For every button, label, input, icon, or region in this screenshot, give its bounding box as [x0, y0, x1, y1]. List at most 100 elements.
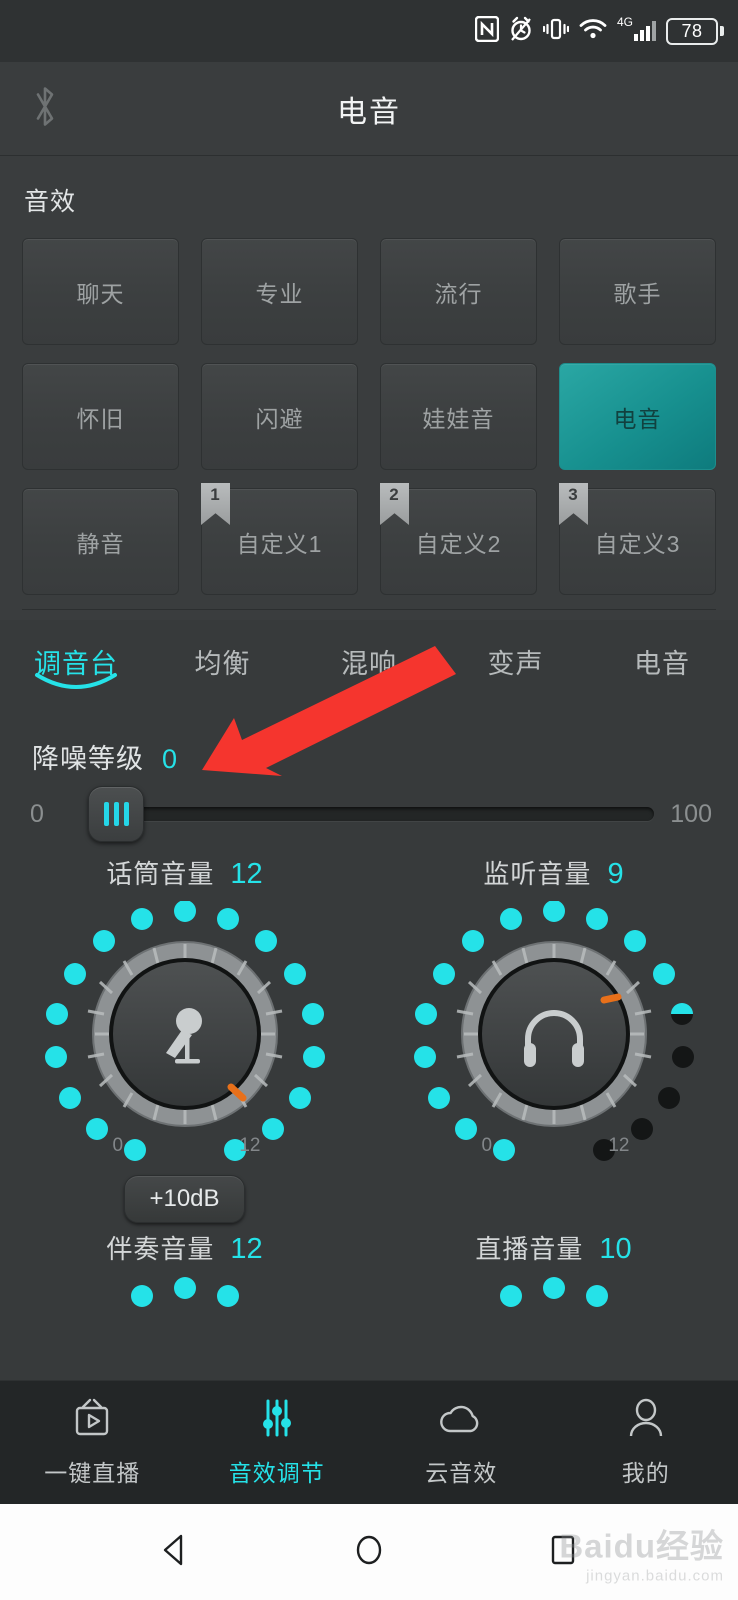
- tab-electro[interactable]: 电音: [612, 642, 712, 703]
- nfc-icon: [474, 15, 500, 47]
- preset-slot-tag: 2: [380, 483, 409, 525]
- preset-button[interactable]: 聊天: [22, 238, 179, 345]
- battery-icon: 78: [666, 17, 724, 45]
- knob-label: 监听音量: [483, 859, 592, 889]
- home-circle-icon[interactable]: [347, 1528, 391, 1577]
- knob-body-monitor: [456, 941, 651, 1127]
- preset-label: 自定义2: [415, 530, 502, 557]
- active-tab-indicator: [33, 670, 119, 701]
- app-header: 电音: [0, 62, 738, 156]
- tab-label: 电音: [634, 649, 690, 679]
- preset-button[interactable]: 1 自定义1: [201, 483, 358, 595]
- tab-equalizer[interactable]: 均衡: [173, 642, 273, 703]
- knob-label: 直播音量: [475, 1234, 584, 1264]
- back-triangle-icon[interactable]: [153, 1528, 197, 1577]
- knob-dial-live-partial[interactable]: [404, 1276, 704, 1321]
- alarm-icon: [508, 16, 534, 47]
- preset-label: 自定义1: [236, 530, 323, 557]
- signal-4g-icon: 4G: [617, 15, 657, 47]
- slider-thumb[interactable]: [88, 786, 144, 842]
- knob-value: 12: [230, 1233, 263, 1265]
- preset-button[interactable]: 娃娃音: [380, 363, 537, 470]
- preset-label: 怀旧: [76, 405, 125, 432]
- sliders-icon: [255, 1397, 299, 1444]
- preset-button-selected[interactable]: 电音: [559, 363, 716, 470]
- knob-live-volume: 直播音量 10: [369, 1229, 738, 1321]
- effects-section-title: 音效: [24, 188, 77, 216]
- preset-button[interactable]: 流行: [380, 238, 537, 345]
- page-title: 电音: [337, 95, 401, 129]
- live-tv-icon: [70, 1397, 114, 1444]
- preset-button[interactable]: 3 自定义3: [559, 483, 716, 595]
- bluetooth-icon[interactable]: [30, 80, 60, 137]
- tab-reverb[interactable]: 混响: [319, 642, 419, 703]
- preset-slot-tag: 1: [201, 483, 230, 525]
- noise-reduction-row: 降噪等级 0: [0, 707, 738, 776]
- preset-label: 静音: [76, 530, 125, 557]
- nav-item-profile[interactable]: 我的: [554, 1397, 738, 1488]
- svg-text:4G: 4G: [617, 15, 633, 29]
- preset-label: 自定义3: [594, 530, 681, 557]
- preset-slot-tag: 3: [559, 483, 588, 525]
- preset-label: 娃娃音: [422, 405, 495, 432]
- noise-reduction-slider-row: 0 100: [0, 776, 738, 842]
- knob-mic-volume: 话筒音量 12 0 12 +10dB: [0, 854, 369, 1223]
- effects-panel: 音效 聊天 专业 流行 歌手 怀旧 闪避 娃娃音 电音 静音 1 自定义1 2 …: [0, 156, 738, 620]
- watermark: Baidu经验 jingyan.baidu.com: [559, 1520, 724, 1585]
- knob-body-mic: [87, 941, 282, 1127]
- knob-value: 12: [230, 858, 263, 890]
- nav-label: 一键直播: [44, 1460, 141, 1486]
- knob-label: 伴奏音量: [106, 1234, 215, 1264]
- nav-label: 云音效: [425, 1460, 498, 1486]
- knob-row-upper: 话筒音量 12 0 12 +10dB 监听音量 9 0 12: [0, 854, 738, 1223]
- knob-dial-mic[interactable]: 0 12: [35, 901, 335, 1163]
- status-bar-icons: 4G 78: [474, 15, 724, 47]
- preset-button[interactable]: 静音: [22, 488, 179, 595]
- status-bar: 4G 78: [0, 0, 738, 62]
- preset-button[interactable]: 怀旧: [22, 363, 179, 470]
- preset-button[interactable]: 2 自定义2: [380, 483, 537, 595]
- noise-reduction-label: 降噪等级: [32, 744, 144, 774]
- noise-reduction-value: 0: [162, 744, 178, 774]
- cloud-icon: [437, 1397, 485, 1444]
- knob-row-lower: 伴奏音量 12 直播音量 10: [0, 1229, 738, 1321]
- tab-label: 变声: [487, 649, 544, 679]
- knob-dial-accompaniment-partial[interactable]: [35, 1276, 335, 1321]
- knob-value: 9: [607, 858, 624, 890]
- tab-voicechange[interactable]: 变声: [466, 642, 566, 703]
- preset-button[interactable]: 闪避: [201, 363, 358, 470]
- knob-accompaniment-volume: 伴奏音量 12: [0, 1229, 369, 1321]
- android-navigation-bar: Baidu经验 jingyan.baidu.com: [0, 1504, 738, 1600]
- mic-boost-button[interactable]: +10dB: [124, 1175, 245, 1223]
- preset-label: 聊天: [76, 280, 125, 307]
- preset-label: 电音: [613, 405, 662, 432]
- knob-scale-min: 0: [112, 1135, 124, 1156]
- knob-scale-min: 0: [481, 1135, 493, 1156]
- knob-header: 监听音量 9: [483, 854, 623, 891]
- nav-item-sound-adjust[interactable]: 音效调节: [185, 1397, 370, 1488]
- preset-label: 流行: [434, 280, 483, 307]
- battery-level: 78: [666, 17, 718, 45]
- preset-button[interactable]: 专业: [201, 238, 358, 345]
- person-icon: [624, 1397, 668, 1444]
- knob-value: 10: [599, 1233, 632, 1265]
- knob-header: 直播音量 10: [475, 1229, 631, 1266]
- mixer-tab-bar: 调音台 均衡 混响 变声 电音: [0, 620, 738, 707]
- effects-preset-grid: 聊天 专业 流行 歌手 怀旧 闪避 娃娃音 电音 静音 1 自定义1 2 自定义…: [22, 238, 716, 595]
- tab-mixer[interactable]: 调音台: [26, 642, 126, 703]
- section-divider: [22, 609, 716, 610]
- noise-reduction-slider[interactable]: [88, 786, 654, 842]
- wifi-icon: [578, 17, 608, 46]
- knob-dial-monitor[interactable]: 0 12: [404, 901, 704, 1163]
- slider-min-label: 0: [30, 799, 44, 828]
- bottom-navigation: 一键直播 音效调节 云音效 我的: [0, 1380, 738, 1504]
- watermark-sub: jingyan.baidu.com: [586, 1567, 724, 1585]
- knob-monitor-volume: 监听音量 9 0 12: [369, 854, 738, 1223]
- nav-item-live[interactable]: 一键直播: [0, 1397, 185, 1488]
- slider-track[interactable]: [88, 807, 654, 821]
- preset-label: 闪避: [255, 405, 304, 432]
- tab-label: 均衡: [194, 649, 251, 679]
- knob-label: 话筒音量: [106, 859, 215, 889]
- nav-item-cloud-effects[interactable]: 云音效: [369, 1397, 554, 1488]
- preset-button[interactable]: 歌手: [559, 238, 716, 345]
